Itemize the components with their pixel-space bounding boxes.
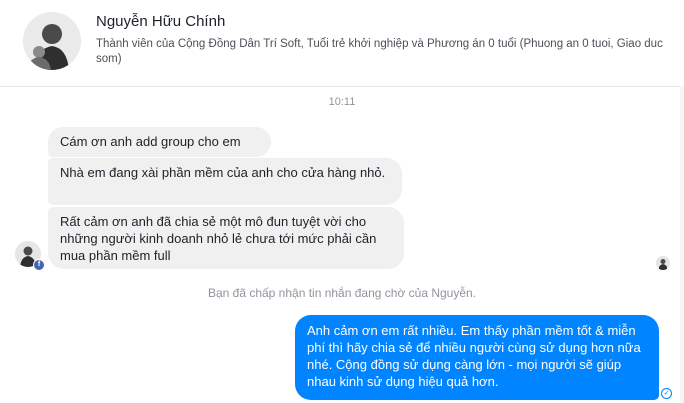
conversation-header: Nguyễn Hữu Chính Thành viên của Cộng Đồn…	[0, 0, 684, 87]
outgoing-message[interactable]: Anh cảm ơn em rất nhiều. Em thấy phần mề…	[295, 315, 659, 400]
scrollbar[interactable]	[680, 86, 684, 403]
seen-indicator-avatar	[656, 256, 670, 270]
system-notice: Bạn đã chấp nhận tin nhắn đang chờ của N…	[207, 286, 477, 300]
incoming-message[interactable]: Rất cảm ơn anh đã chia sẻ một mô đun tuy…	[48, 207, 404, 269]
sent-check-icon: ✓	[661, 388, 672, 399]
avatar-photo-icon	[656, 256, 670, 270]
avatar-photo-icon	[23, 12, 81, 70]
contact-avatar[interactable]	[23, 12, 81, 70]
incoming-message[interactable]: Cám ơn anh add group cho em	[48, 127, 271, 157]
contact-groups: Thành viên của Cộng Đồng Dân Trí Soft, T…	[96, 38, 663, 65]
facebook-badge-icon: f	[33, 259, 45, 271]
incoming-message[interactable]: Nhà em đang xài phần mềm của anh cho cửa…	[48, 158, 402, 205]
contact-name[interactable]: Nguyễn Hữu Chính	[96, 13, 225, 30]
message-timestamp: 10:11	[328, 96, 356, 108]
